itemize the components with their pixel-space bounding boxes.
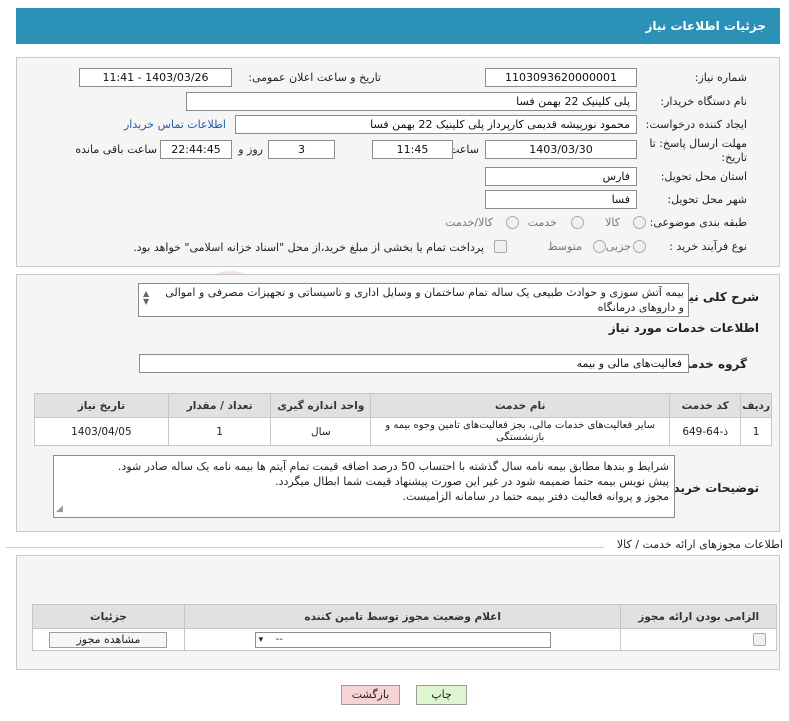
buyer-notes-line: شرایط و بندها مطابق بیمه نامه سال گذشته … xyxy=(117,460,669,473)
process-label: نوع فرآیند خرید : xyxy=(669,240,747,253)
deadline-time-field: 11:45 xyxy=(372,140,453,159)
cell-service-code: ذ-64-649 xyxy=(669,417,742,446)
category-radio-service[interactable] xyxy=(571,216,584,229)
col-quantity: تعداد / مقدار xyxy=(167,393,272,418)
services-section-title: اطلاعات خدمات مورد نیاز xyxy=(608,321,759,335)
need-number-field: 1103093620000001 xyxy=(485,68,637,87)
view-permit-button[interactable]: مشاهده مجوز xyxy=(49,631,168,648)
announce-field: 1403/03/26 - 11:41 xyxy=(79,68,232,87)
cell-need-date: 1403/04/05 xyxy=(34,417,169,446)
process-radio-medium[interactable] xyxy=(593,240,606,253)
requester-label: ایجاد کننده درخواست: xyxy=(645,118,747,131)
province-label: استان محل تحویل: xyxy=(660,170,747,183)
category-radio-goods[interactable] xyxy=(633,216,646,229)
remaining-label: ساعت باقی مانده xyxy=(75,143,157,156)
permits-divider xyxy=(6,547,604,548)
page-header: جزئیات اطلاعات نیاز xyxy=(16,8,780,44)
treasury-payment-checkbox[interactable] xyxy=(494,240,507,253)
deadline-date-field: 1403/03/30 xyxy=(485,140,637,159)
col-unit: واحد اندازه گیری xyxy=(270,393,372,418)
buyer-notes-textarea[interactable]: شرایط و بندها مطابق بیمه نامه سال گذشته … xyxy=(53,455,675,518)
city-field: فسا xyxy=(485,190,637,209)
permit-status-value: -- xyxy=(275,633,283,645)
announce-label: تاریخ و ساعت اعلان عمومی: xyxy=(248,71,381,84)
page-title: جزئیات اطلاعات نیاز xyxy=(645,19,766,33)
cell-service-name: سایر فعالیت‌های خدمات مالی، بجز فعالیت‌ه… xyxy=(370,417,671,446)
col-service-code: کد خدمت xyxy=(669,393,742,418)
col-row: ردیف xyxy=(740,393,772,418)
deadline-time-label: ساعت xyxy=(449,143,479,156)
remaining-time-field: 22:44:45 xyxy=(160,140,232,159)
cell-permit-details: مشاهده مجوز xyxy=(32,628,185,651)
permit-status-select[interactable]: -- ▾ xyxy=(254,631,551,648)
permits-title: اطلاعات مجوزهای ارائه خدمت / کالا xyxy=(616,538,783,551)
buyer-org-field: پلی کلینیک 22 بهمن فسا xyxy=(186,92,637,111)
permit-required-checkbox[interactable] xyxy=(753,633,766,646)
requester-field: محمود نورپیشه قدیمی کارپرداز پلی کلینیک … xyxy=(235,115,637,134)
cell-quantity: 1 xyxy=(167,417,272,446)
category-radio-goods-service[interactable] xyxy=(506,216,519,229)
chevron-down-icon: ▾ xyxy=(258,634,264,645)
cell-unit: سال xyxy=(270,417,372,446)
category-option-service: خدمت xyxy=(527,216,557,229)
category-option-goods-service: کالا/خدمت xyxy=(445,216,493,229)
col-need-date: تاریخ نیاز xyxy=(34,393,169,418)
service-group-field: فعالیت‌های مالی و بیمه xyxy=(139,354,689,373)
col-permit-status: اعلام وضعیت مجوز توسط تامین کننده xyxy=(183,604,622,629)
col-permit-details: جزئیات xyxy=(32,604,185,629)
province-field: فارس xyxy=(485,167,637,186)
col-permit-required: الزامی بودن ارائه مجوز xyxy=(620,604,777,629)
permits-table: الزامی بودن ارائه مجوز اعلام وضعیت مجوز … xyxy=(32,604,777,651)
col-service-name: نام خدمت xyxy=(370,393,671,418)
buyer-notes-line: پیش نویس بیمه حتما ضمیمه شود در غیر این … xyxy=(275,475,669,488)
summary-text: بیمه آتش سوزی و حوادث طبیعی یک ساله تمام… xyxy=(165,286,684,314)
back-button[interactable]: بازگشت xyxy=(341,685,400,705)
table-row: 1 ذ-64-649 سایر فعالیت‌های خدمات مالی، ب… xyxy=(34,417,772,446)
print-button[interactable]: چاپ xyxy=(416,685,467,705)
cell-permit-required xyxy=(620,628,777,651)
resize-handle-icon[interactable]: ◢ xyxy=(56,502,63,517)
table-row: -- ▾ مشاهده مجوز xyxy=(32,628,777,651)
cell-row: 1 xyxy=(740,417,772,446)
cell-permit-status: -- ▾ xyxy=(183,628,622,651)
treasury-payment-note: پرداخت تمام یا بخشی از مبلغ خرید،از محل … xyxy=(133,241,484,254)
contact-buyer-link[interactable]: اطلاعات تماس خریدار xyxy=(124,118,226,131)
need-number-label: شماره نیاز: xyxy=(694,71,747,84)
summary-textarea[interactable]: بیمه آتش سوزی و حوادث طبیعی یک ساله تمام… xyxy=(138,283,689,317)
deadline-label: مهلت ارسال پاسخ: تا تاریخ: xyxy=(649,137,747,164)
category-label: طبقه بندی موضوعی: xyxy=(649,216,747,229)
city-label: شهر محل تحویل: xyxy=(667,193,747,206)
days-field: 3 xyxy=(268,140,335,159)
category-option-goods: کالا xyxy=(605,216,620,229)
process-option-minor: جزیی xyxy=(605,240,631,253)
buyer-org-label: نام دستگاه خریدار: xyxy=(660,95,747,108)
process-radio-minor[interactable] xyxy=(633,240,646,253)
days-label: روز و xyxy=(238,143,263,156)
buyer-notes-line: مجوز و پروانه فعالیت دفتر بیمه حتما در س… xyxy=(402,490,669,503)
process-option-medium: متوسط xyxy=(547,240,582,253)
services-table: ردیف کد خدمت نام خدمت واحد اندازه گیری ت… xyxy=(34,393,772,446)
scroll-down-icon[interactable]: ▼ xyxy=(143,294,149,309)
